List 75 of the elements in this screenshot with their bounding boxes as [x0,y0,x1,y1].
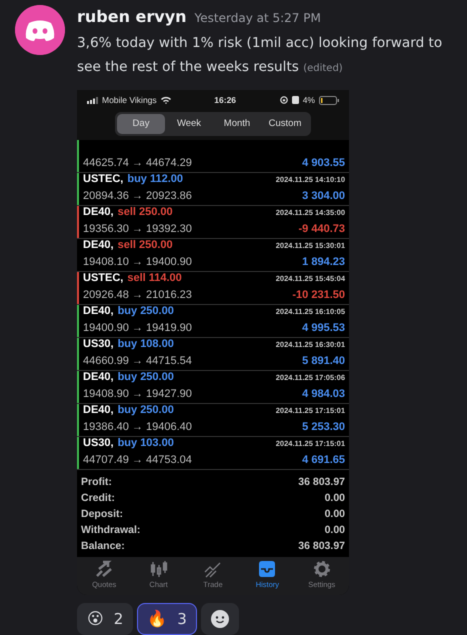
summary-label: Deposit: [81,507,123,522]
summary-value: 36 803.97 [298,539,345,554]
deal-symbol: US30, [83,436,114,452]
deal-row[interactable]: 44625.74 → 44674.29 4 903.55 [77,140,349,174]
summary-value: 36 803.97 [298,475,345,490]
deal-symbol: DE40, [83,370,114,386]
deal-prices: 20926.48 → 21016.23 [83,288,192,303]
summary-label: Profit: [81,475,112,490]
deal-order: buy 108.00 [118,337,174,352]
deal-profit: 3 304.00 [302,188,345,204]
deal-prices: 19400.90 → 19419.90 [83,320,192,336]
summary-label: Withdrawal: [81,523,140,538]
deal-order: buy 103.00 [118,436,174,452]
deal-order: buy 250.00 [118,370,174,386]
reaction-button[interactable]: 😮 2 [77,603,134,635]
period-tab[interactable]: Day [117,114,165,134]
deal-profit: 4 691.65 [302,452,345,468]
deal-order: buy 250.00 [118,403,174,418]
summary-label: Balance: [81,539,125,554]
trend-lines-icon [204,560,222,578]
alarm-icon [292,96,299,104]
inbox-icon [258,560,276,578]
arrows-icon [95,560,114,578]
add-reaction-button[interactable] [200,603,239,635]
deal-order: buy 250.00 [118,304,174,320]
candlestick-icon [150,560,168,578]
summary-label: Credit: [81,491,115,506]
period-tab[interactable]: Week [165,114,213,134]
rotation-lock-icon [280,96,288,104]
deal-order: sell 114.00 [127,271,182,286]
deal-prices: 20894.36 → 20923.86 [83,188,192,204]
summary-value: 0.00 [324,523,345,538]
deal-prices: 19386.40 → 19406.40 [83,420,192,435]
signal-icon [87,96,98,104]
deal-prices: 19408.90 → 19427.90 [83,386,192,402]
deal-prices: 44625.74 → 44674.29 [83,156,192,171]
deal-symbol: DE40, [83,403,114,418]
reaction-button[interactable]: 🔥 3 [137,603,197,635]
deal-profit: -10 231.50 [292,288,345,303]
summary-value: 0.00 [324,491,345,506]
deal-profit: 4 903.55 [302,156,345,171]
author-name[interactable]: ruben ervyn [77,5,187,29]
deal-symbol: DE40, [83,304,114,320]
deal-profit: -9 440.73 [298,222,345,237]
deal-symbol: DE40, [83,238,114,254]
message-text: 3,6% today with 1% risk (1mil acc) looking forward to see the rest of the weeks results (edited) [77,34,444,77]
deal-symbol: DE40, [83,205,114,220]
period-tab[interactable]: Custom [261,114,309,134]
deal-profit: 4 995.53 [302,320,345,336]
deal-profit: 5 891.40 [302,354,345,369]
wifi-icon [160,96,171,104]
status-time: 16:26 [214,94,236,106]
smiley-icon [210,610,229,628]
period-tab[interactable]: Month [213,114,261,134]
deal-prices: 19408.10 → 19400.90 [83,254,192,270]
deal-order: sell 250.00 [118,205,173,220]
battery-percent: 4% [302,94,315,106]
message-timestamp: Yesterday at 5:27 PM [194,10,321,27]
deal-prices: 19356.30 → 19392.30 [83,222,192,237]
deal-order: sell 250.00 [118,238,173,254]
deal-profit: 4 984.03 [302,386,345,402]
deal-symbol: US30, [83,337,114,352]
deal-prices: 44707.49 → 44753.04 [83,452,192,468]
avatar-logo-icon[interactable] [15,5,65,55]
carrier-name: Mobile Vikings [102,94,157,106]
summary-value: 0.00 [324,507,345,522]
deal-symbol: USTEC, [83,271,124,286]
deal-prices: 44660.99 → 44715.54 [83,354,192,369]
deal-profit: 1 894.23 [302,254,345,270]
screenshot-attachment[interactable] [77,90,349,596]
deal-order: buy 112.00 [127,172,183,188]
deal-symbol: USTEC, [83,172,124,188]
settings-icon [312,560,331,578]
battery-icon [318,96,339,104]
deal-profit: 5 253.30 [302,420,345,435]
